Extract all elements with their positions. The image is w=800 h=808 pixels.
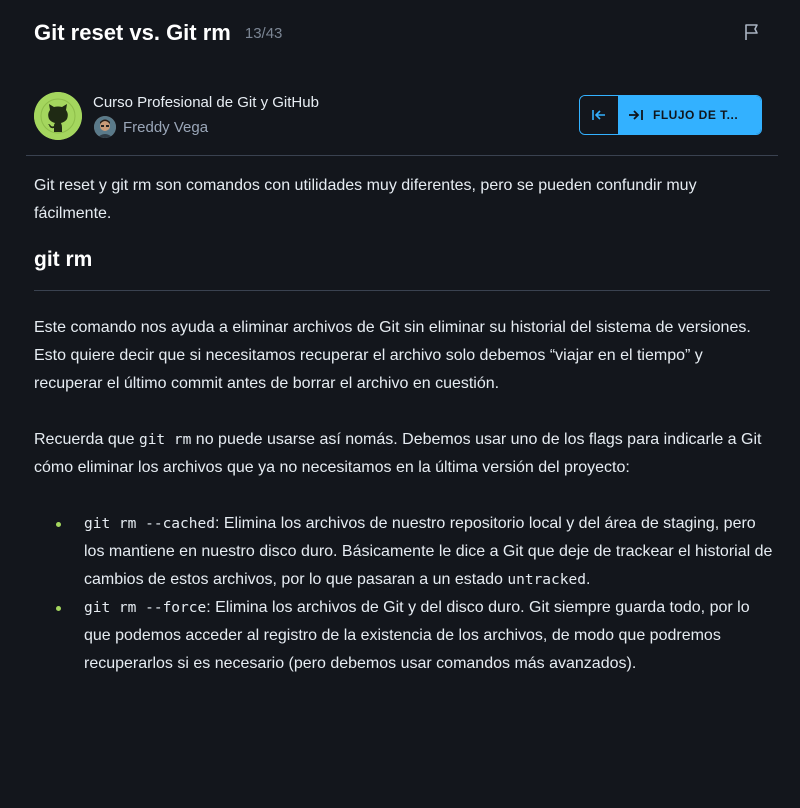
lesson-title: Git reset vs. Git rm (34, 20, 231, 45)
list-item-code: git rm --force (84, 600, 207, 616)
list-item-code-secondary: untracked (507, 572, 586, 588)
list-item-code: git rm --cached (84, 516, 215, 532)
course-logo-icon[interactable] (34, 92, 82, 140)
description-paragraph: Este comando nos ayuda a eliminar archiv… (34, 319, 751, 392)
course-name-link[interactable]: Curso Profesional de Git y GitHub (93, 94, 319, 111)
teacher-info: Freddy Vega (94, 116, 208, 138)
teacher-avatar (94, 116, 116, 138)
next-lesson-button[interactable]: FLUJO DE T... (618, 96, 761, 134)
list-item: git rm --cached: Elimina los archivos de… (56, 510, 774, 594)
flags-text-start: Recuerda que (34, 431, 139, 448)
lesson-counter: 13/43 (244, 24, 283, 42)
learning-path-control: FLUJO DE T... (579, 95, 762, 135)
inline-code: git rm (138, 432, 192, 448)
section-divider (34, 290, 770, 291)
teacher-name[interactable]: Freddy Vega (123, 119, 208, 136)
github-octocat-icon (34, 92, 82, 140)
intro-paragraph: Git reset y git rm son comandos con util… (34, 177, 697, 222)
next-lesson-label: FLUJO DE T... (653, 108, 739, 122)
lesson-header: Git reset vs. Git rm 13/43 (0, 0, 800, 66)
previous-lesson-button[interactable] (580, 96, 618, 134)
list-item: git rm --force: Elimina los archivos de … (56, 594, 774, 678)
bullet-icon (56, 606, 61, 611)
arrow-right-bar-icon (629, 110, 643, 120)
header-divider (26, 155, 778, 156)
bullet-icon (56, 522, 61, 527)
flag-icon[interactable] (742, 22, 762, 42)
arrow-left-bar-icon (592, 110, 605, 120)
flags-paragraph: Recuerda que git rm no puede usarse así … (34, 426, 774, 482)
section-heading: git rm (34, 248, 93, 271)
flags-list: git rm --cached: Elimina los archivos de… (56, 510, 774, 678)
lesson-content: Git reset y git rm son comandos con util… (34, 172, 774, 678)
list-item-text-end: . (585, 571, 591, 588)
